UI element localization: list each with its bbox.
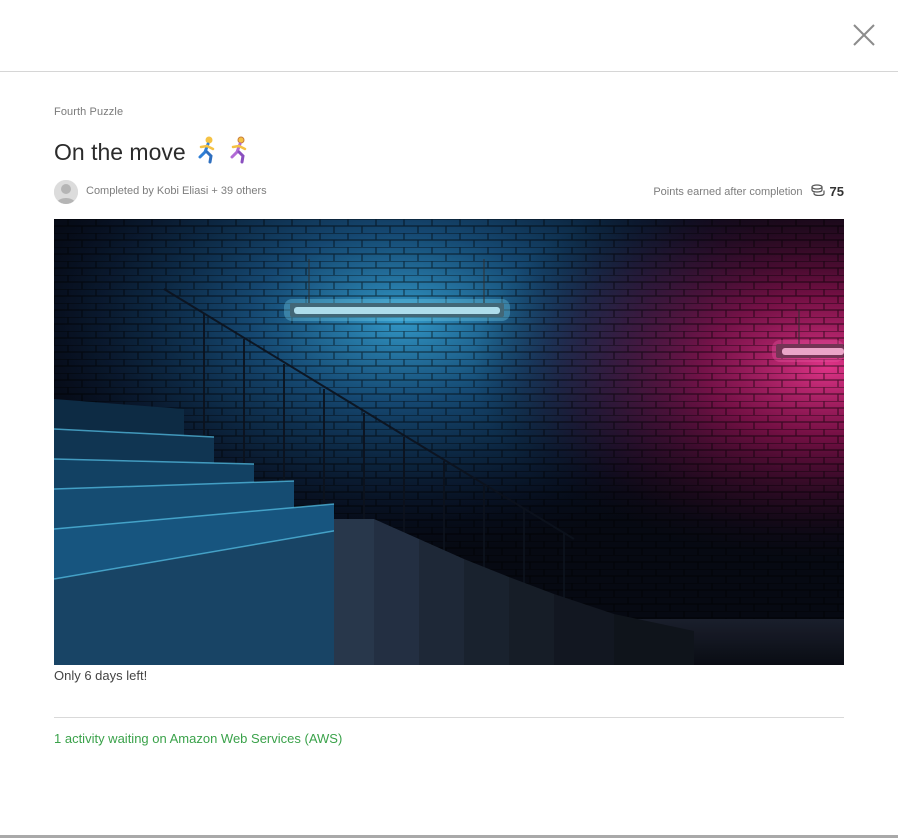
page-title: On the move: [54, 138, 186, 165]
close-icon: [853, 24, 875, 46]
hero-image: [54, 219, 844, 665]
user-avatar-icon: [54, 180, 78, 204]
points-value: 75: [829, 184, 844, 199]
meta-row: Completed by Kobi Eliasi + 39 others Poi…: [54, 180, 844, 204]
runner-emoji-icon: [195, 135, 255, 170]
puzzle-subtitle: Fourth Puzzle: [54, 106, 124, 118]
modal-header: [0, 0, 898, 72]
coins-icon: [810, 184, 825, 199]
points-info: Points earned after completion 75: [653, 184, 844, 199]
title-row: On the move: [54, 136, 255, 168]
close-button[interactable]: [852, 23, 876, 47]
days-left-text: Only 6 days left!: [54, 668, 148, 683]
points-label: Points earned after completion: [653, 185, 803, 198]
avatar[interactable]: [54, 180, 78, 204]
runner-woman-icon: [230, 136, 246, 163]
completed-by-text: Completed by Kobi Eliasi + 39 others: [86, 185, 267, 197]
divider: [54, 717, 844, 718]
activity-link[interactable]: 1 activity waiting on Amazon Web Service…: [54, 731, 342, 746]
puzzle-modal: Fourth Puzzle On the move Completed by K…: [0, 0, 898, 838]
runner-man-icon: [198, 136, 214, 163]
